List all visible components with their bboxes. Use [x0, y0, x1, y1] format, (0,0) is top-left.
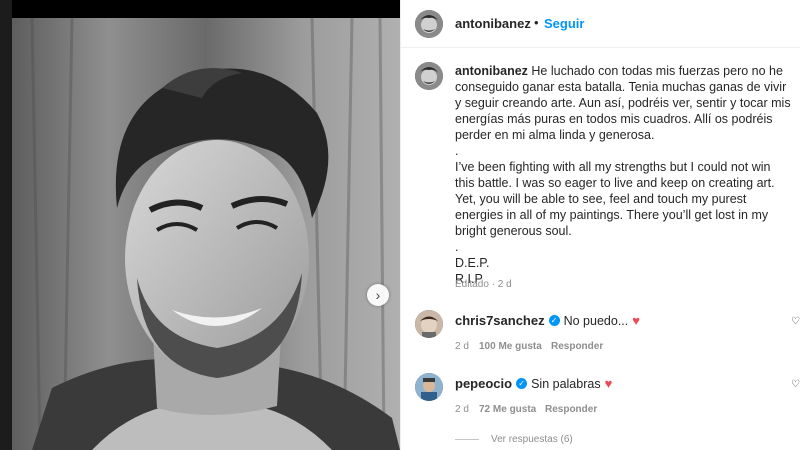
post-image[interactable]: [12, 18, 400, 450]
replies-divider: [455, 439, 479, 440]
heart-emoji-icon: ♥: [604, 376, 613, 391]
comment-likes[interactable]: 100 Me gusta: [479, 341, 542, 352]
caption-dot-1: .: [455, 144, 459, 158]
reply-button[interactable]: Responder: [551, 341, 603, 352]
comment-row: pepeocio ✓ Sin palabras ♥: [455, 376, 612, 391]
comment-text: Sin palabras: [531, 376, 601, 391]
author-avatar[interactable]: [415, 10, 443, 38]
comment-likes[interactable]: 72 Me gusta: [479, 404, 536, 415]
caption-edited: Editado · 2 d: [455, 279, 512, 290]
view-replies-button[interactable]: Ver respuestas (6): [491, 434, 573, 445]
comment-time: 2 d: [455, 404, 469, 415]
post-caption: antonibanez He luchado con todas mis fue…: [455, 63, 791, 287]
avatar-image: [415, 310, 443, 338]
caption-username[interactable]: antonibanez: [455, 64, 528, 78]
caption-english: I’ve been fighting with all my strengths…: [455, 160, 775, 238]
caption-dot-2: .: [455, 240, 459, 254]
chevron-right-icon: ›: [375, 287, 381, 303]
comment-username[interactable]: pepeocio: [455, 376, 512, 391]
post-header: antonibanez • Seguir: [401, 0, 800, 48]
top-edge: [12, 0, 400, 18]
comment-username[interactable]: chris7sanchez: [455, 313, 545, 328]
like-comment-icon[interactable]: ♡: [791, 379, 800, 390]
caption-avatar[interactable]: [415, 62, 443, 90]
reply-button[interactable]: Responder: [545, 404, 597, 415]
comment-time: 2 d: [455, 341, 469, 352]
portrait-photo: [12, 18, 400, 450]
caption-dep: D.E.P.: [455, 256, 490, 270]
follow-button[interactable]: Seguir: [544, 16, 584, 31]
comment-avatar[interactable]: [415, 310, 443, 338]
avatar-image: [415, 373, 443, 401]
verified-badge-icon: ✓: [516, 378, 528, 389]
carousel-next-button[interactable]: ›: [367, 284, 389, 306]
verified-badge-icon: ✓: [548, 315, 560, 326]
avatar-image: [415, 10, 443, 38]
header-separator: •: [534, 15, 539, 30]
avatar-image: [415, 62, 443, 90]
left-edge: [0, 0, 12, 450]
post-details-panel: antonibanez • Seguir antonibanez He luch…: [400, 0, 800, 450]
comment-avatar[interactable]: [415, 373, 443, 401]
comment-text: No puedo...: [563, 313, 629, 328]
header-username[interactable]: antonibanez: [455, 16, 531, 31]
heart-emoji-icon: ♥: [632, 313, 640, 328]
like-comment-icon[interactable]: ♡: [791, 316, 800, 327]
comment-row: chris7sanchez ✓ No puedo... ♥: [455, 313, 640, 328]
